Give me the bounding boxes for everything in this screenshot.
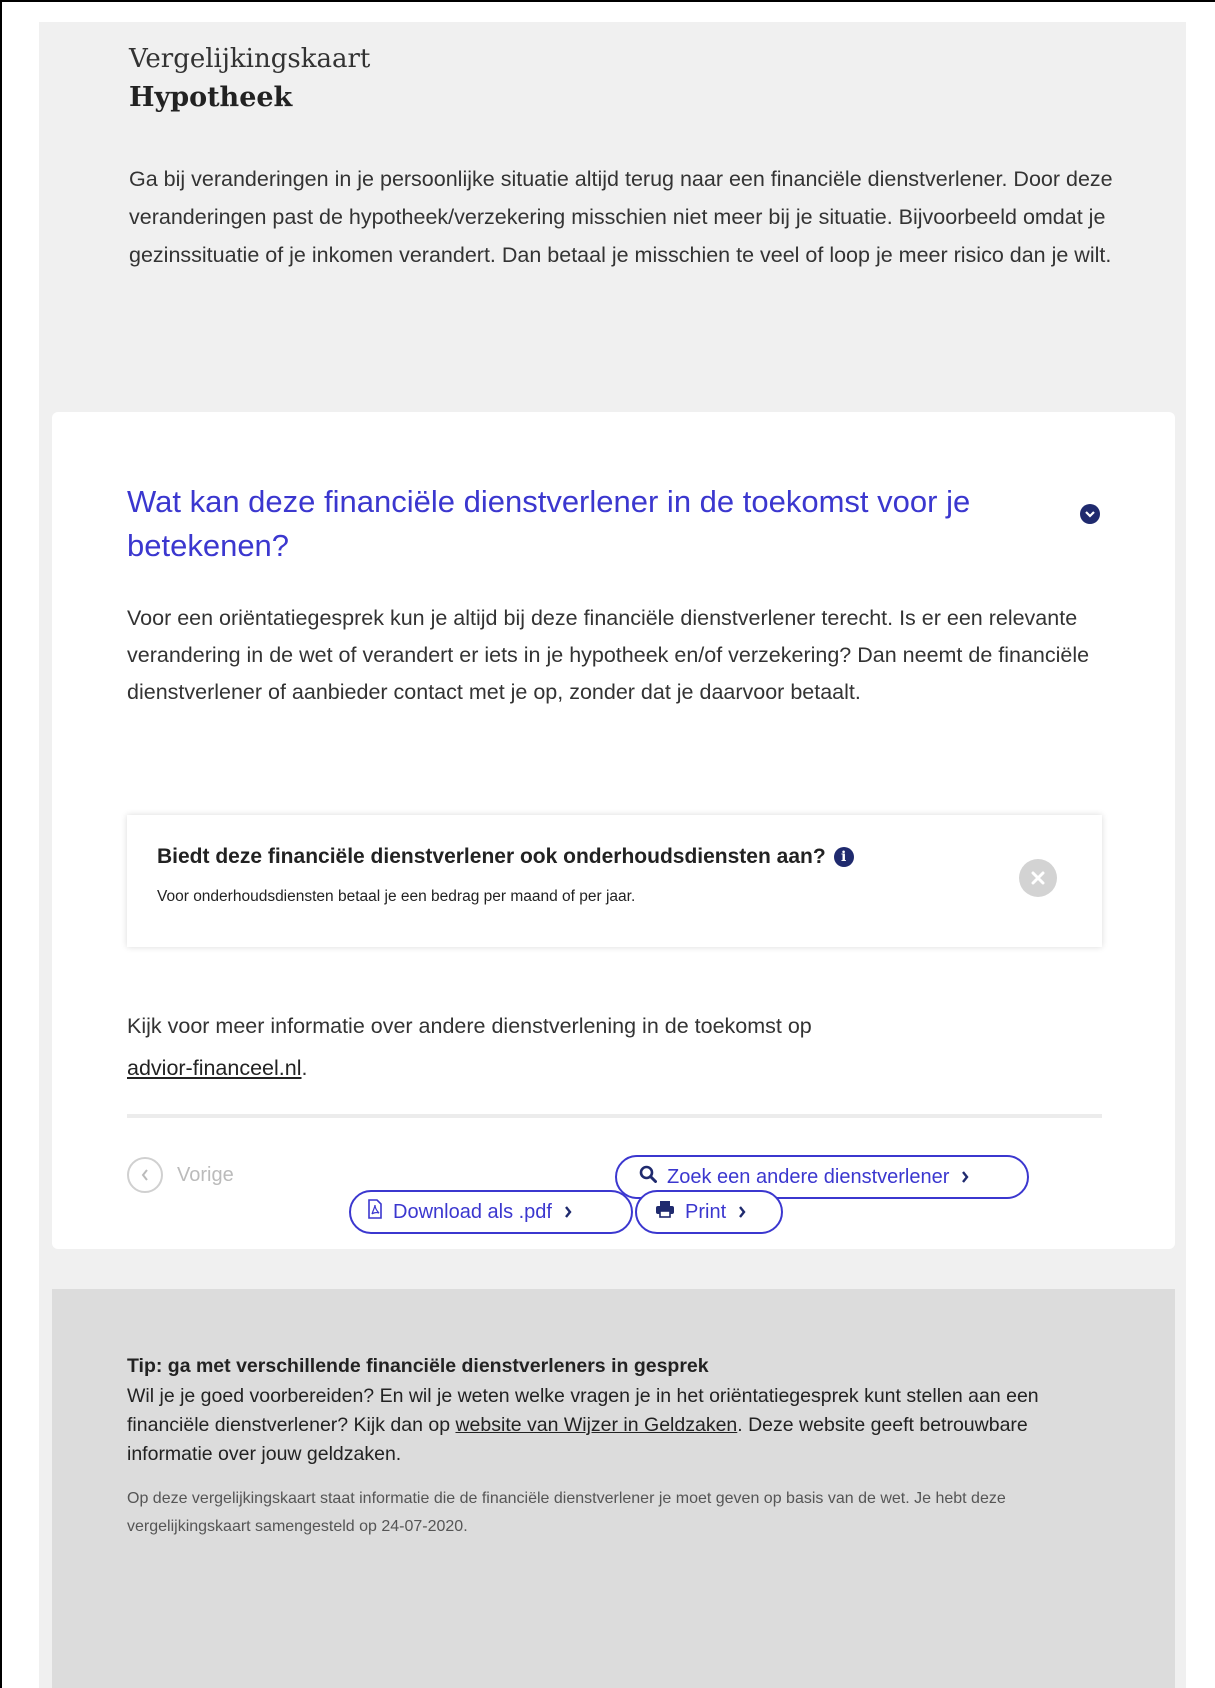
more-info-text: Kijk voor meer informatie over andere di… (127, 1005, 1087, 1089)
maintenance-question-text: Biedt deze financiële dienstverlener ook… (157, 845, 826, 868)
pdf-file-icon (367, 1199, 383, 1225)
tip-text: Wil je je goed voorbereiden? En wil je w… (127, 1382, 1077, 1469)
maintenance-subtext: Voor onderhoudsdiensten betaal je een be… (157, 888, 636, 905)
card-divider (127, 1114, 1102, 1118)
tip-heading: Tip: ga met verschillende financiële die… (127, 1355, 709, 1377)
more-info-prefix: Kijk voor meer informatie over andere di… (127, 1014, 812, 1038)
legal-small-print: Op deze vergelijkingskaart staat informa… (127, 1490, 1006, 1535)
page-kicker: Vergelijkingskaart (129, 44, 371, 74)
section-heading[interactable]: Wat kan deze financiële dienstverlener i… (127, 480, 1057, 568)
previous-button[interactable]: Vorige (127, 1157, 234, 1193)
printer-icon (655, 1200, 675, 1224)
page-title: Hypotheek (129, 82, 293, 113)
maintenance-question: Biedt deze financiële dienstverlener ook… (157, 845, 854, 869)
advisor-website-link[interactable]: advior-financeel.nl (127, 1056, 302, 1080)
tip-panel: Tip: ga met verschillende financiële die… (52, 1289, 1175, 1688)
download-pdf-label: Download als .pdf (393, 1200, 552, 1223)
chevron-right-icon (961, 1166, 969, 1189)
chevron-left-icon (127, 1157, 163, 1193)
find-other-advisor-label: Zoek een andere dienstverlener (667, 1165, 950, 1188)
info-icon[interactable]: i (833, 847, 854, 867)
wijzer-in-geldzaken-link[interactable]: website van Wijzer in Geldzaken (455, 1414, 737, 1436)
more-info-suffix: . (301, 1056, 308, 1080)
close-icon (1019, 859, 1057, 897)
maintenance-services-box: Biedt deze financiële dienstverlener ook… (127, 815, 1102, 947)
chevron-right-icon (738, 1201, 746, 1224)
search-icon (639, 1165, 657, 1189)
chevron-down-icon[interactable] (1080, 504, 1100, 524)
intro-text: Ga bij veranderingen in je persoonlijke … (129, 167, 1113, 267)
print-label: Print (685, 1200, 727, 1223)
screenshot-frame: Vergelijkingskaart Hypotheek Ga bij vera… (0, 0, 1215, 1688)
previous-label: Vorige (177, 1163, 234, 1186)
section-paragraph: Voor een oriëntatiegesprek kun je altijd… (127, 606, 1090, 704)
print-button[interactable]: Print (635, 1190, 783, 1234)
future-services-card: Wat kan deze financiële dienstverlener i… (52, 412, 1175, 1249)
comparison-page: Vergelijkingskaart Hypotheek Ga bij vera… (39, 22, 1186, 1688)
download-pdf-button[interactable]: Download als .pdf (349, 1190, 633, 1234)
chevron-right-icon (564, 1201, 572, 1224)
